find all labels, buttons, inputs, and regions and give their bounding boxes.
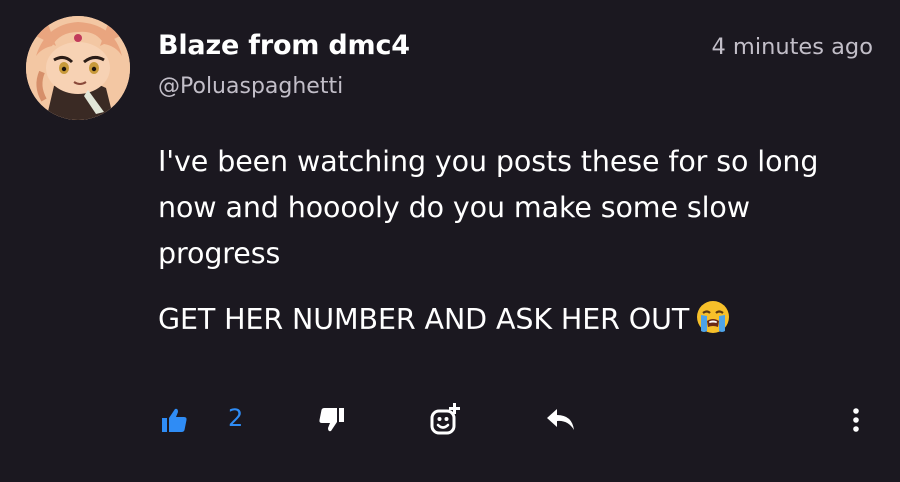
thumbs-up-icon xyxy=(162,408,187,432)
add-reaction-button[interactable] xyxy=(424,398,468,442)
thumbs-down-icon xyxy=(319,408,344,432)
avatar[interactable] xyxy=(26,16,130,120)
author-name[interactable]: Blaze from dmc4 xyxy=(158,30,410,61)
dislike-button[interactable] xyxy=(312,398,352,442)
action-bar xyxy=(0,398,900,442)
like-button[interactable] xyxy=(156,398,192,442)
vertical-dots-icon xyxy=(853,408,859,432)
like-count: 2 xyxy=(228,404,244,432)
reply-arrow-icon xyxy=(547,409,574,430)
reply-button[interactable] xyxy=(540,398,580,442)
add-reaction-icon xyxy=(430,403,460,435)
comment-paragraph-1: I've been watching you posts these for s… xyxy=(158,145,819,270)
comment-body: I've been watching you posts these for s… xyxy=(158,139,878,369)
avatar-image xyxy=(26,16,130,120)
comment-paragraph-2: GET HER NUMBER AND ASK HER OUT xyxy=(158,297,878,349)
loudly-crying-face-icon xyxy=(695,299,731,349)
more-options-button[interactable] xyxy=(842,398,870,442)
comment-paragraph-2-text: GET HER NUMBER AND ASK HER OUT xyxy=(158,303,690,336)
timestamp: 4 minutes ago xyxy=(711,34,873,60)
author-handle[interactable]: @Poluaspaghetti xyxy=(158,74,343,99)
